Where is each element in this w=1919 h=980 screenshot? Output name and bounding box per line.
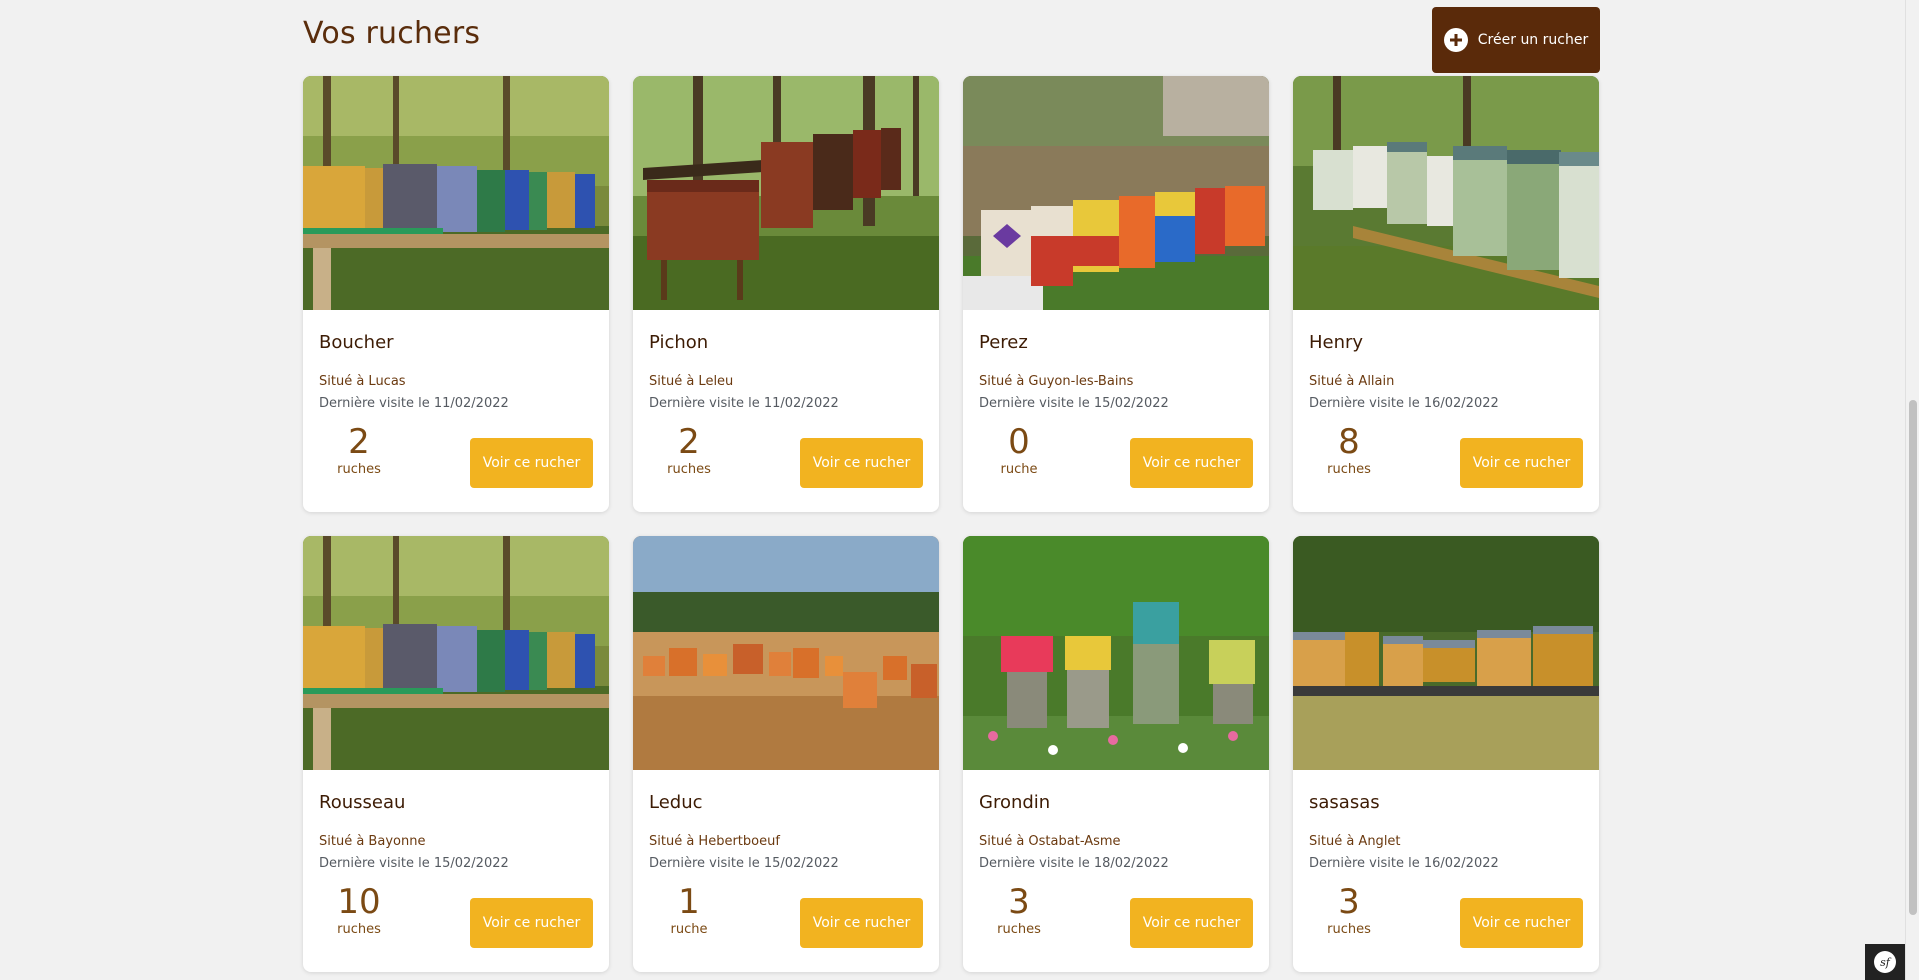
apiary-location: Situé à Hebertboeuf	[649, 834, 780, 849]
hive-count-unit: ruches	[667, 462, 711, 477]
apiary-last-visit: Dernière visite le 15/02/2022	[649, 856, 839, 871]
hive-count: 0 ruche	[979, 422, 1059, 477]
apiary-image	[633, 536, 939, 770]
view-apiary-button[interactable]: Voir ce rucher	[800, 438, 923, 488]
hive-count-number: 0	[1008, 422, 1030, 462]
hive-count: 2 ruches	[319, 422, 399, 477]
view-apiary-button[interactable]: Voir ce rucher	[1130, 438, 1253, 488]
apiary-photo	[303, 76, 609, 310]
apiary-grid: Boucher Situé à Lucas Dernière visite le…	[303, 76, 1600, 972]
apiary-photo	[633, 76, 939, 310]
view-apiary-button[interactable]: Voir ce rucher	[470, 898, 593, 948]
apiary-last-visit: Dernière visite le 15/02/2022	[979, 396, 1169, 411]
view-apiary-button[interactable]: Voir ce rucher	[1460, 438, 1583, 488]
apiary-image	[633, 76, 939, 310]
apiary-location: Situé à Bayonne	[319, 834, 426, 849]
hive-count-unit: ruches	[337, 922, 381, 937]
apiary-name: Rousseau	[319, 792, 406, 813]
apiary-name: Leduc	[649, 792, 703, 813]
apiary-name: sasasas	[1309, 792, 1380, 813]
apiary-name: Perez	[979, 332, 1028, 353]
view-apiary-button[interactable]: Voir ce rucher	[1130, 898, 1253, 948]
apiary-location: Situé à Guyon-les-Bains	[979, 374, 1134, 389]
apiary-last-visit: Dernière visite le 16/02/2022	[1309, 396, 1499, 411]
apiary-location: Situé à Lucas	[319, 374, 406, 389]
scrollbar-thumb[interactable]	[1909, 400, 1917, 915]
hive-count-number: 3	[1338, 882, 1360, 922]
hive-count: 3 ruches	[1309, 882, 1389, 937]
apiary-image	[963, 536, 1269, 770]
hive-count-number: 2	[348, 422, 370, 462]
apiary-photo	[633, 536, 939, 770]
create-apiary-button[interactable]: Créer un rucher	[1432, 7, 1600, 73]
apiary-name: Pichon	[649, 332, 709, 353]
apiary-card: Perez Situé à Guyon-les-Bains Dernière v…	[963, 76, 1269, 512]
apiary-last-visit: Dernière visite le 11/02/2022	[649, 396, 839, 411]
apiary-card: Rousseau Situé à Bayonne Dernière visite…	[303, 536, 609, 972]
apiary-location: Situé à Anglet	[1309, 834, 1401, 849]
hive-count: 1 ruche	[649, 882, 729, 937]
card-body: Boucher Situé à Lucas Dernière visite le…	[303, 310, 609, 512]
card-body: Perez Situé à Guyon-les-Bains Dernière v…	[963, 310, 1269, 512]
symfony-icon: sf	[1874, 951, 1896, 973]
card-body: sasasas Situé à Anglet Dernière visite l…	[1293, 770, 1599, 972]
hive-count-number: 2	[678, 422, 700, 462]
apiary-card: Henry Situé à Allain Dernière visite le …	[1293, 76, 1599, 512]
hive-count: 3 ruches	[979, 882, 1059, 937]
apiary-card: Grondin Situé à Ostabat-Asme Dernière vi…	[963, 536, 1269, 972]
apiary-last-visit: Dernière visite le 18/02/2022	[979, 856, 1169, 871]
apiary-photo	[303, 536, 609, 770]
hive-count: 10 ruches	[319, 882, 399, 937]
apiary-photo	[1293, 536, 1599, 770]
card-body: Pichon Situé à Leleu Dernière visite le …	[633, 310, 939, 512]
debug-toolbar-toggle[interactable]: sf	[1865, 944, 1905, 980]
apiary-name: Grondin	[979, 792, 1051, 813]
page-header: Vos ruchers Créer un rucher	[303, 0, 1600, 76]
hive-count-unit: ruches	[1327, 922, 1371, 937]
apiary-name: Henry	[1309, 332, 1364, 353]
apiary-last-visit: Dernière visite le 15/02/2022	[319, 856, 509, 871]
apiary-image	[303, 536, 609, 770]
apiary-image	[963, 76, 1269, 310]
hive-count-number: 8	[1338, 422, 1360, 462]
apiary-card: Boucher Situé à Lucas Dernière visite le…	[303, 76, 609, 512]
apiary-name: Boucher	[319, 332, 394, 353]
apiary-image	[1293, 536, 1599, 770]
create-apiary-label: Créer un rucher	[1477, 32, 1589, 48]
hive-count-number: 1	[678, 882, 700, 922]
apiary-last-visit: Dernière visite le 11/02/2022	[319, 396, 509, 411]
hive-count-unit: ruche	[670, 922, 708, 937]
apiary-photo	[963, 536, 1269, 770]
card-body: Henry Situé à Allain Dernière visite le …	[1293, 310, 1599, 512]
hive-count-number: 3	[1008, 882, 1030, 922]
main-container: Vos ruchers Créer un rucher Boucher Situ…	[303, 0, 1600, 972]
apiary-location: Situé à Ostabat-Asme	[979, 834, 1121, 849]
hive-count-unit: ruches	[997, 922, 1041, 937]
view-apiary-button[interactable]: Voir ce rucher	[470, 438, 593, 488]
page-title: Vos ruchers	[303, 16, 481, 51]
hive-count-number: 10	[337, 882, 381, 922]
apiary-last-visit: Dernière visite le 16/02/2022	[1309, 856, 1499, 871]
apiary-card: Leduc Situé à Hebertboeuf Dernière visit…	[633, 536, 939, 972]
hive-count: 8 ruches	[1309, 422, 1389, 477]
hive-count-unit: ruche	[1000, 462, 1038, 477]
apiary-card: Pichon Situé à Leleu Dernière visite le …	[633, 76, 939, 512]
view-apiary-button[interactable]: Voir ce rucher	[800, 898, 923, 948]
apiary-image	[303, 76, 609, 310]
apiary-photo	[963, 76, 1269, 310]
card-body: Leduc Situé à Hebertboeuf Dernière visit…	[633, 770, 939, 972]
card-body: Grondin Situé à Ostabat-Asme Dernière vi…	[963, 770, 1269, 972]
vertical-scrollbar[interactable]	[1905, 0, 1919, 980]
hive-count: 2 ruches	[649, 422, 729, 477]
apiary-image	[1293, 76, 1599, 310]
apiary-card: sasasas Situé à Anglet Dernière visite l…	[1293, 536, 1599, 972]
view-apiary-button[interactable]: Voir ce rucher	[1460, 898, 1583, 948]
apiary-location: Situé à Allain	[1309, 374, 1395, 389]
hive-count-unit: ruches	[1327, 462, 1371, 477]
plus-circle-icon	[1443, 28, 1468, 52]
hive-count-unit: ruches	[337, 462, 381, 477]
card-body: Rousseau Situé à Bayonne Dernière visite…	[303, 770, 609, 972]
apiary-location: Situé à Leleu	[649, 374, 734, 389]
apiary-photo	[1293, 76, 1599, 310]
